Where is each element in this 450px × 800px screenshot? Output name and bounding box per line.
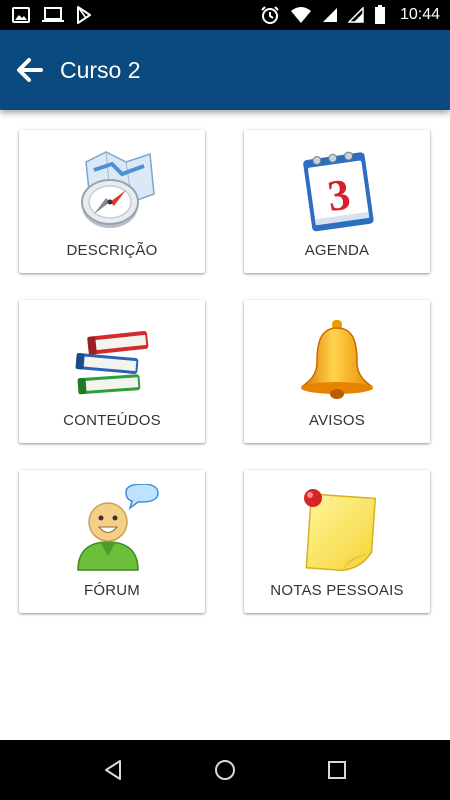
- bell-icon: [300, 320, 374, 399]
- home-circle-icon[interactable]: [213, 758, 237, 782]
- signal-icon: [347, 7, 364, 23]
- menu-card-agenda[interactable]: 3 AGENDA: [244, 130, 430, 273]
- menu-card-forum[interactable]: FÓRUM: [19, 470, 205, 613]
- menu-card-label: DESCRIÇÃO: [66, 242, 158, 259]
- menu-card-notas-pessoais[interactable]: NOTAS PESSOAIS: [244, 470, 430, 613]
- system-nav-bar: [0, 740, 450, 800]
- image-icon: [12, 7, 30, 23]
- recents-square-icon[interactable]: [325, 758, 349, 782]
- back-triangle-icon[interactable]: [101, 758, 125, 782]
- menu-card-label: FÓRUM: [84, 582, 140, 599]
- laptop-icon: [42, 7, 64, 22]
- chat-user-icon: [77, 484, 159, 571]
- menu-card-label: NOTAS PESSOAIS: [270, 582, 404, 599]
- compass-map-icon: [81, 151, 155, 228]
- battery-icon: [374, 5, 385, 24]
- books-icon: [75, 331, 149, 395]
- app-bar: Curso 2: [0, 30, 450, 110]
- status-bar: 10:44: [0, 0, 450, 30]
- menu-card-label: AGENDA: [304, 242, 370, 259]
- menu-card-conteudos[interactable]: CONTEÚDOS: [19, 300, 205, 443]
- sticky-note-icon: [304, 489, 377, 572]
- menu-card-label: CONTEÚDOS: [63, 412, 161, 429]
- play-store-icon: [77, 6, 91, 24]
- wifi-icon: [290, 7, 311, 23]
- arrow-left-icon[interactable]: [16, 56, 44, 84]
- menu-card-avisos[interactable]: AVISOS: [244, 300, 430, 443]
- page-title: Curso 2: [60, 57, 141, 83]
- calendar-icon: 3: [303, 151, 374, 232]
- signal-icon: [322, 8, 337, 22]
- alarm-icon: [261, 6, 279, 24]
- menu-card-label: AVISOS: [309, 412, 365, 429]
- menu-card-descricao[interactable]: DESCRIÇÃO: [19, 130, 205, 273]
- status-time: 10:44: [399, 6, 440, 23]
